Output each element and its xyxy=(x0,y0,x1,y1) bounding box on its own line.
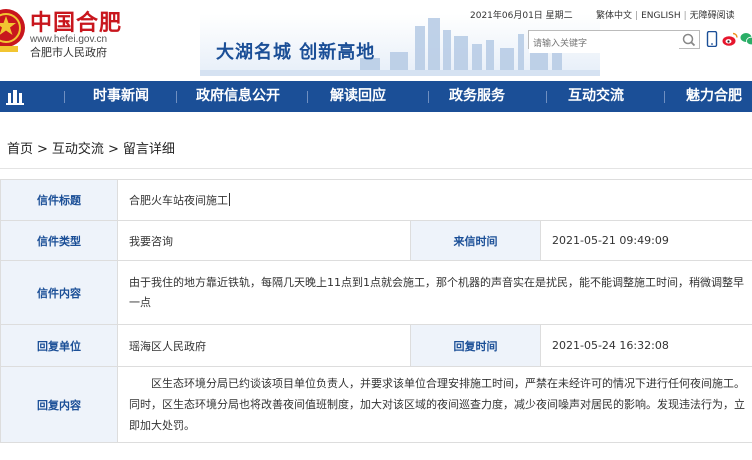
message-detail-table: 信件标题 合肥火车站夜间施工 信件类型 我要咨询 来信时间 2021-05-21… xyxy=(0,179,752,443)
breadcrumb-current: 留言详细 xyxy=(122,142,175,157)
weibo-icon[interactable] xyxy=(722,31,738,47)
nav-separator xyxy=(546,91,547,103)
link-separator: | xyxy=(683,11,687,21)
site-subtitle: 合肥市人民政府 xyxy=(30,46,107,59)
site-header: 中国合肥 www.hefei.gov.cn 合肥市人民政府 大湖名城 创新高地 xyxy=(0,0,752,80)
wechat-icon[interactable] xyxy=(740,31,752,47)
site-title[interactable]: 中国合肥 xyxy=(30,5,122,37)
reply-content-value: 区生态环境分局已约谈该项目单位负责人，并要求该单位合理安排施工时间，严禁在未经许… xyxy=(117,366,752,443)
sent-time-label: 来信时间 xyxy=(410,220,541,261)
nav-item-interpretation[interactable]: 解读回应 xyxy=(330,81,386,112)
nav-separator xyxy=(64,91,65,103)
title-label: 信件标题 xyxy=(0,179,118,221)
link-separator: | xyxy=(635,11,639,21)
search-icon[interactable] xyxy=(681,32,697,47)
breadcrumb-interaction[interactable]: 互动交流 xyxy=(52,142,104,157)
content-label: 信件内容 xyxy=(0,260,118,325)
content-value: 由于我住的地方靠近铁轨，每隔几天晚上11点到1点就会施工，那个机器的声音实在是扰… xyxy=(117,260,752,325)
reply-content-label: 回复内容 xyxy=(0,366,118,443)
title-value: 合肥火车站夜间施工 xyxy=(117,179,752,221)
sent-time-value: 2021-05-21 09:49:09 xyxy=(540,220,752,261)
mobile-phone-icon[interactable] xyxy=(706,31,718,47)
nav-item-gov-info[interactable]: 政府信息公开 xyxy=(196,81,280,112)
reply-time-label: 回复时间 xyxy=(410,324,541,367)
search-input[interactable] xyxy=(529,35,679,53)
breadcrumb-home[interactable]: 首页 xyxy=(7,142,33,157)
building-icon xyxy=(6,89,24,105)
type-label: 信件类型 xyxy=(0,220,118,261)
reply-time-value: 2021-05-24 16:32:08 xyxy=(540,324,752,367)
slogan: 大湖名城 创新高地 xyxy=(216,42,376,63)
text-cursor xyxy=(229,193,230,206)
english-link[interactable]: ENGLISH xyxy=(641,11,681,21)
nav-item-charm-hefei[interactable]: 魅力合肥 xyxy=(686,81,742,112)
main-nav: 时事新闻 政府信息公开 解读回应 政务服务 互动交流 魅力合肥 xyxy=(0,81,752,112)
table-row: 信件标题 合肥火车站夜间施工 xyxy=(0,179,752,221)
nav-item-gov-services[interactable]: 政务服务 xyxy=(449,81,505,112)
nav-separator xyxy=(428,91,429,103)
table-row: 信件类型 我要咨询 来信时间 2021-05-21 09:49:09 xyxy=(0,220,752,261)
nav-separator xyxy=(307,91,308,103)
breadcrumb: 首页 > 互动交流 > 留言详细 xyxy=(7,138,175,157)
traditional-chinese-link[interactable]: 繁体中文 xyxy=(596,11,632,21)
current-date: 2021年06月01日 星期二 xyxy=(470,11,573,21)
type-value: 我要咨询 xyxy=(117,220,411,261)
reply-unit-value: 瑶海区人民政府 xyxy=(117,324,411,367)
reply-unit-label: 回复单位 xyxy=(0,324,118,367)
nav-home[interactable] xyxy=(0,81,30,112)
nav-separator xyxy=(664,91,665,103)
table-row: 回复单位 瑶海区人民政府 回复时间 2021-05-24 16:32:08 xyxy=(0,324,752,367)
top-links: 繁体中文 | ENGLISH | 无障碍阅读 xyxy=(596,8,735,21)
breadcrumb-separator: > xyxy=(37,142,48,157)
accessibility-link[interactable]: 无障碍阅读 xyxy=(690,11,735,21)
nav-separator xyxy=(176,91,177,103)
search-box xyxy=(528,30,700,53)
nav-item-news[interactable]: 时事新闻 xyxy=(93,81,149,112)
national-emblem-icon xyxy=(0,9,25,52)
table-row: 回复内容 区生态环境分局已约谈该项目单位负责人，并要求该单位合理安排施工时间，严… xyxy=(0,366,752,443)
breadcrumb-separator: > xyxy=(107,142,119,157)
nav-item-interaction[interactable]: 互动交流 xyxy=(568,81,624,112)
divider xyxy=(0,168,752,169)
title-text: 合肥火车站夜间施工 xyxy=(129,194,228,207)
table-row: 信件内容 由于我住的地方靠近铁轨，每隔几天晚上11点到1点就会施工，那个机器的声… xyxy=(0,260,752,325)
